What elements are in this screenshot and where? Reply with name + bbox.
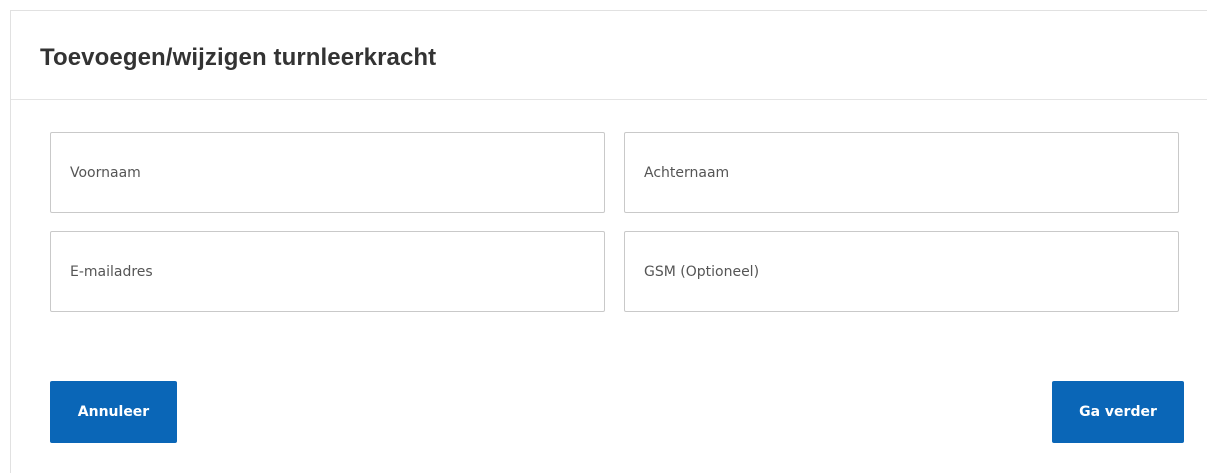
cancel-button[interactable]: Annuleer (50, 381, 177, 443)
last-name-input[interactable] (625, 133, 1178, 212)
dialog-title: Toevoegen/wijzigen turnleerkracht (40, 44, 437, 71)
email-input[interactable] (51, 232, 604, 311)
dialog-header: Toevoegen/wijzigen turnleerkracht (11, 11, 1207, 100)
first-name-field (50, 132, 605, 213)
last-name-field (624, 132, 1179, 213)
phone-input[interactable] (625, 232, 1178, 311)
first-name-input[interactable] (51, 133, 604, 212)
continue-button[interactable]: Ga verder (1052, 381, 1184, 443)
phone-field (624, 231, 1179, 312)
teacher-dialog: Toevoegen/wijzigen turnleerkracht Annule… (10, 10, 1207, 473)
email-field (50, 231, 605, 312)
